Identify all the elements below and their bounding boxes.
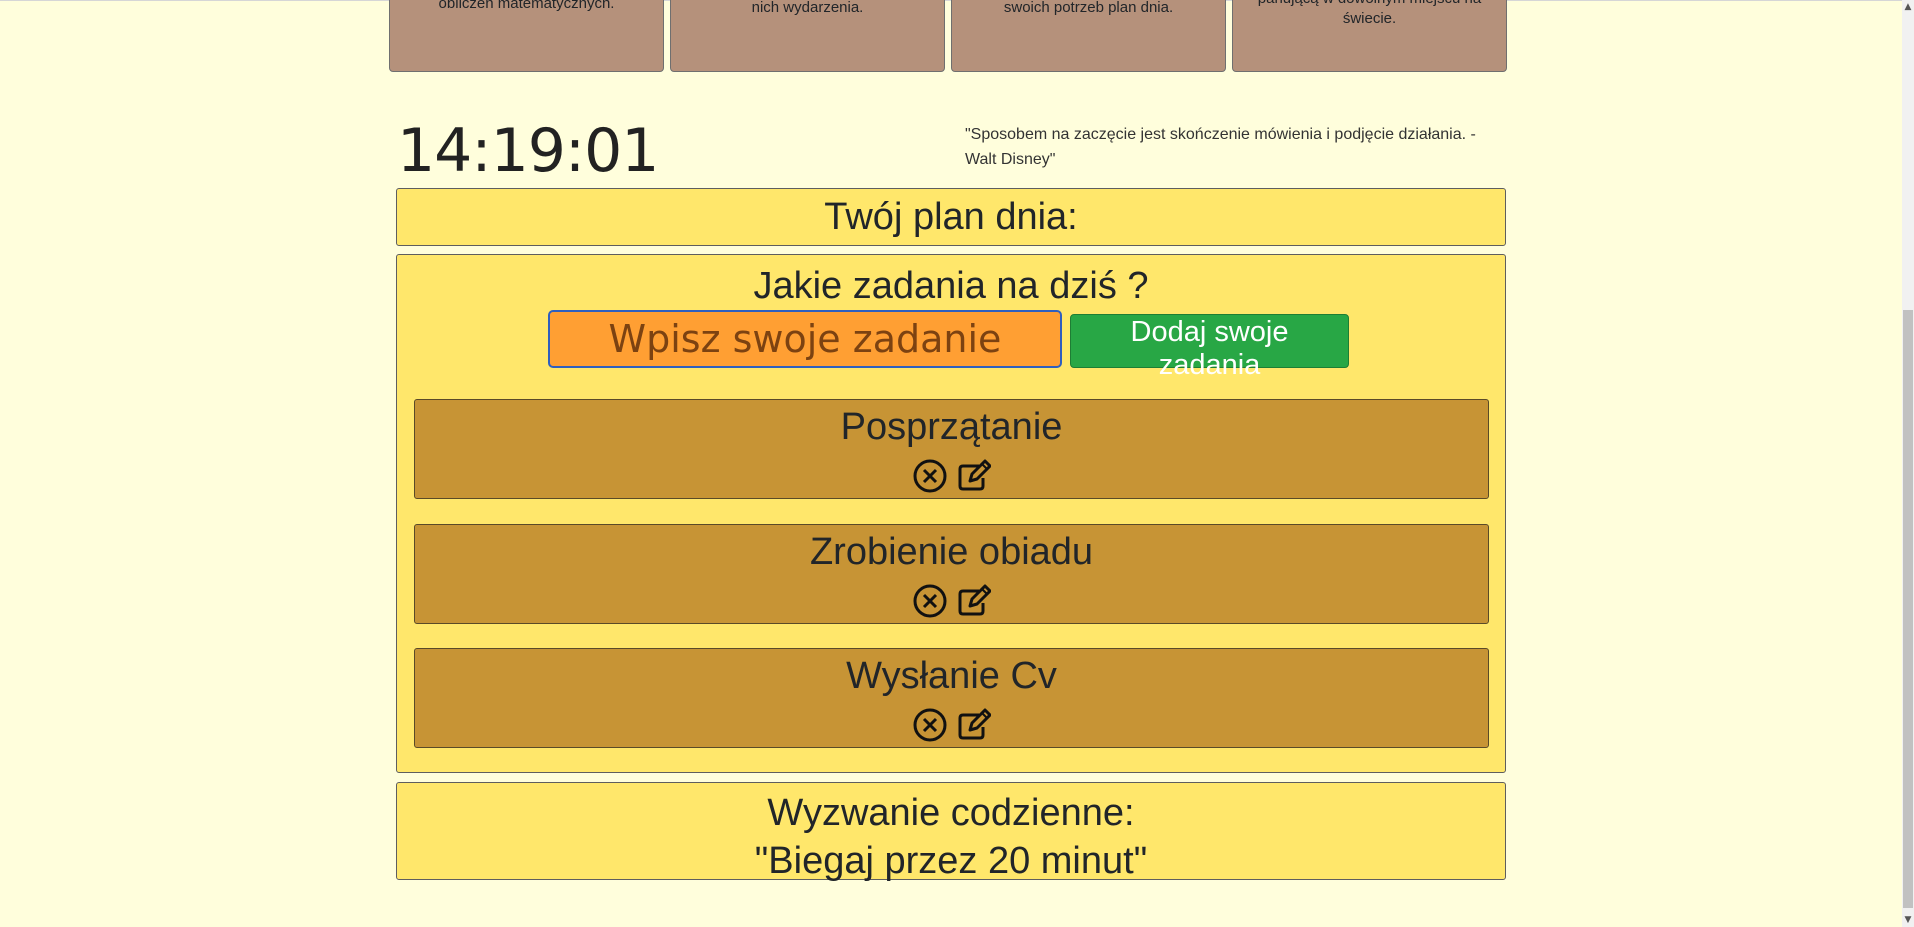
task-input[interactable] bbox=[548, 310, 1062, 368]
edit-icon[interactable] bbox=[954, 707, 992, 743]
scroll-down-arrow-icon[interactable]: ▼ bbox=[1904, 915, 1912, 925]
vertical-scrollbar[interactable]: ▲ ▼ bbox=[1902, 0, 1914, 927]
task-label: Wysłanie Cv bbox=[846, 655, 1057, 697]
task-label: Zrobienie obiadu bbox=[809, 531, 1094, 573]
feature-card[interactable]: nich wydarzenia. bbox=[670, 0, 945, 72]
task-item: Zrobienie obiadu bbox=[414, 524, 1489, 624]
close-circle-icon[interactable] bbox=[911, 707, 949, 743]
edit-icon[interactable] bbox=[954, 458, 992, 494]
daily-quote: "Sposobem na zaczęcie jest skończenie mó… bbox=[965, 126, 1476, 168]
feature-card[interactable]: panującą w dowolnym miejscu na świecie. bbox=[1232, 0, 1507, 72]
task-label: Posprzątanie bbox=[840, 406, 1063, 448]
feature-card[interactable]: obliczeń matematycznych. bbox=[389, 0, 664, 72]
close-circle-icon[interactable] bbox=[911, 583, 949, 619]
close-circle-icon[interactable] bbox=[911, 458, 949, 494]
feature-card-text: swoich potrzeb plan dnia. bbox=[1003, 0, 1174, 16]
challenge-text: "Biegaj przez 20 minut" bbox=[754, 840, 1148, 882]
feature-card-text: panującą w dowolnym miejscu na świecie. bbox=[1258, 0, 1481, 27]
challenge-title: Wyzwanie codzienne: bbox=[767, 792, 1135, 834]
task-item: Wysłanie Cv bbox=[414, 648, 1489, 748]
feature-card-text: nich wydarzenia. bbox=[751, 0, 864, 16]
plan-title-panel: Twój plan dnia: bbox=[396, 188, 1506, 246]
add-task-button[interactable]: Dodaj swoje zadania bbox=[1070, 314, 1349, 381]
clock: 14:19:01 bbox=[397, 116, 659, 186]
feature-card-text: obliczeń matematycznych. bbox=[438, 0, 615, 12]
tasks-heading: Jakie zadania na dziś ? bbox=[753, 265, 1149, 307]
scrollbar-thumb[interactable] bbox=[1903, 310, 1913, 908]
task-item: Posprzątanie bbox=[414, 399, 1489, 499]
daily-challenge-panel: Wyzwanie codzienne: "Biegaj przez 20 min… bbox=[396, 782, 1506, 882]
feature-card[interactable]: swoich potrzeb plan dnia. bbox=[951, 0, 1226, 72]
edit-icon[interactable] bbox=[954, 583, 992, 619]
plan-title: Twój plan dnia: bbox=[824, 196, 1078, 238]
tasks-panel: Jakie zadania na dziś ? Dodaj swoje zada… bbox=[396, 254, 1506, 773]
scroll-up-arrow-icon[interactable]: ▲ bbox=[1904, 2, 1912, 12]
